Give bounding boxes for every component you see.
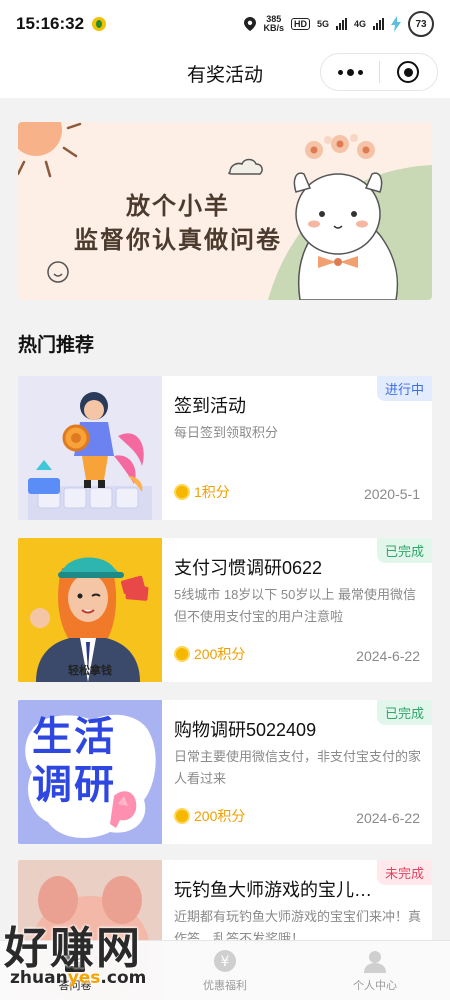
charging-icon [391,16,401,32]
site-watermark: 好赚网 zhuanyes.com [4,912,194,998]
network-speed: 385 KB/s [263,14,284,33]
coin-icon [174,484,190,500]
sun-shape [18,122,62,156]
location-icon [244,17,257,31]
app-notification-icon [92,17,107,31]
card-date: 2020-5-1 [363,486,420,502]
status-badge: 已完成 [376,538,432,563]
tab-profile[interactable]: 个人中心 [300,941,450,1000]
svg-text:¥: ¥ [221,954,230,970]
card-title: 购物调研5022409 [174,720,317,740]
signal-4g-label: 4G [353,19,366,29]
card-description: 5线城市 18岁以下 50岁以上 最常使用微信 但不使用支付宝的用户注意啦 [174,587,416,624]
coin-icon [174,646,190,662]
card-title: 玩钓鱼大师游戏的宝儿… [174,880,372,900]
activity-card[interactable]: 轻松拿钱 支付习惯调研0622 5线城市 18岁以下 50岁以上 最常使用微信 … [18,538,432,682]
activity-card[interactable]: 签到活动 每日签到领取积分 1积分 2020-5-1 进行中 [18,376,432,520]
more-button[interactable] [321,54,379,90]
hd-indicator: HD [290,18,310,30]
close-miniprogram-button[interactable] [380,54,437,90]
image-caption: 轻松拿钱 [68,665,112,677]
image-title-2: 调研 [32,763,116,807]
coupon-yen-icon: ¥ [212,948,238,974]
status-badge: 未完成 [376,860,432,885]
card-image: 生活 调研 [18,700,162,844]
coin-icon [174,808,190,824]
card-points: 200积分 [174,644,245,664]
page-title: 有奖活动 [186,64,263,86]
status-indicators: 385 KB/s HD 5G 4G 73 [244,11,434,37]
signal-bars-icon [373,18,384,30]
card-title: 签到活动 [174,396,246,416]
card-description: 日常主要使用微信支付，非支付宝支付的家人看过来 [174,749,422,786]
card-date: 2024-6-22 [356,648,420,664]
image-title-1: 生活 [32,715,116,759]
status-bar: 15:16:32 385 KB/s HD 5G 4G 73 [0,0,450,48]
card-points: 200积分 [174,806,245,826]
flowers-shape [305,134,375,159]
card-image: 轻松拿钱 [18,538,162,682]
doodle-face-shape [47,261,69,283]
card-date: 2024-6-22 [356,810,420,826]
cloud-shape [228,158,263,175]
battery-indicator: 73 [408,11,434,37]
status-badge: 已完成 [376,700,432,725]
watermark-url: zhuanyes.com [10,968,147,988]
promo-banner[interactable]: 放个小羊 监督你认真做问卷 [18,122,432,300]
card-image [18,376,162,520]
status-time: 15:16:32 [16,14,85,33]
signal-bars-icon [335,18,347,30]
card-description: 每日签到领取积分 [174,425,279,440]
signal-5g-label: 5G [316,19,329,29]
banner-headline-1: 放个小羊 [126,193,230,220]
miniprogram-capsule [320,53,438,91]
status-badge: 进行中 [376,376,432,401]
target-icon [397,61,420,83]
card-title: 支付习惯调研0622 [174,558,323,578]
section-title: 热门推荐 [18,335,95,356]
watermark-title: 好赚网 [4,924,142,973]
banner-headline-2: 监督你认真做问卷 [74,227,282,254]
user-icon [362,948,388,974]
nav-header: 有奖活动 [0,48,450,98]
card-points: 1积分 [174,482,230,502]
activity-card[interactable]: 生活 调研 购物调研5022409 日常主要使用微信支付，非支付宝支付的家人看过… [18,700,432,844]
